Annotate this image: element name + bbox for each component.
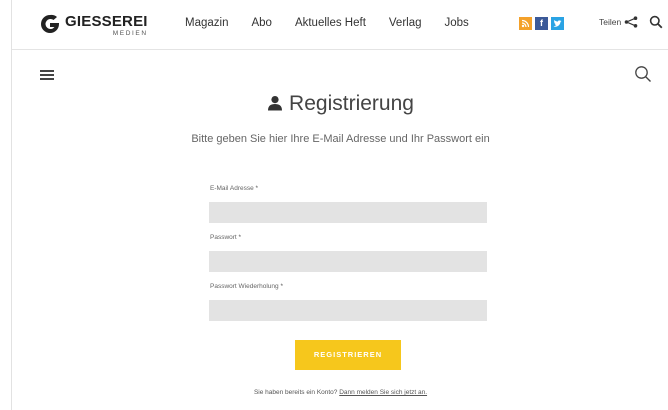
- password-label-text: Passwort: [210, 234, 237, 241]
- nav-item-aktuelles-heft[interactable]: Aktuelles Heft: [295, 17, 366, 29]
- top-header: GIESSEREI MEDIEN Magazin Abo Aktuelles H…: [12, 0, 668, 50]
- required-marker: *: [238, 234, 242, 241]
- share-control[interactable]: Teilen: [599, 16, 638, 28]
- search-icon[interactable]: [649, 15, 663, 29]
- login-link[interactable]: Dann melden Sie sich jetzt an.: [339, 389, 427, 396]
- required-marker: *: [255, 185, 259, 192]
- logo-sub-text: MEDIEN: [112, 30, 148, 37]
- password-label: Passwort *: [210, 234, 241, 241]
- page-frame: GIESSEREI MEDIEN Magazin Abo Aktuelles H…: [11, 0, 668, 410]
- user-icon: [268, 96, 283, 111]
- nav-item-verlag[interactable]: Verlag: [389, 17, 422, 29]
- social-links: f: [519, 17, 564, 30]
- rss-icon[interactable]: [519, 17, 532, 30]
- twitter-icon[interactable]: [551, 17, 564, 30]
- email-field[interactable]: [209, 202, 487, 223]
- logo-main-text: GIESSEREI: [65, 13, 148, 30]
- facebook-icon[interactable]: f: [535, 17, 548, 30]
- large-search-icon[interactable]: [634, 65, 652, 83]
- page-subtitle: Bitte geben Sie hier Ihre E-Mail Adresse…: [191, 133, 490, 145]
- login-prompt: Sie haben bereits ein Konto? Dann melden…: [12, 389, 668, 396]
- register-button[interactable]: REGISTRIEREN: [295, 340, 401, 370]
- required-marker: *: [280, 283, 283, 290]
- nav-item-magazin[interactable]: Magazin: [185, 17, 228, 29]
- logo-text: GIESSEREI MEDIEN: [65, 14, 148, 38]
- share-icon: [624, 16, 638, 28]
- share-label: Teilen: [599, 17, 622, 27]
- page-title: Registrierung: [12, 92, 668, 116]
- logo[interactable]: GIESSEREI MEDIEN: [40, 14, 148, 38]
- password-repeat-label-text: Passwort Wiederholung: [210, 283, 279, 290]
- password-field[interactable]: [209, 251, 487, 272]
- email-label: E-Mail Adresse *: [210, 185, 258, 192]
- nav-item-jobs[interactable]: Jobs: [445, 17, 469, 29]
- logo-mark-icon: [41, 14, 59, 33]
- password-repeat-label: Passwort Wiederholung *: [210, 283, 283, 290]
- hamburger-menu-icon[interactable]: [40, 70, 54, 80]
- email-label-text: E-Mail Adresse: [210, 185, 254, 192]
- password-repeat-field[interactable]: [209, 300, 487, 321]
- login-prompt-text: Sie haben bereits ein Konto?: [253, 389, 338, 396]
- page-title-text: Registrierung: [289, 92, 414, 115]
- nav-item-abo[interactable]: Abo: [251, 17, 271, 29]
- main-nav: Magazin Abo Aktuelles Heft Verlag Jobs: [185, 17, 492, 29]
